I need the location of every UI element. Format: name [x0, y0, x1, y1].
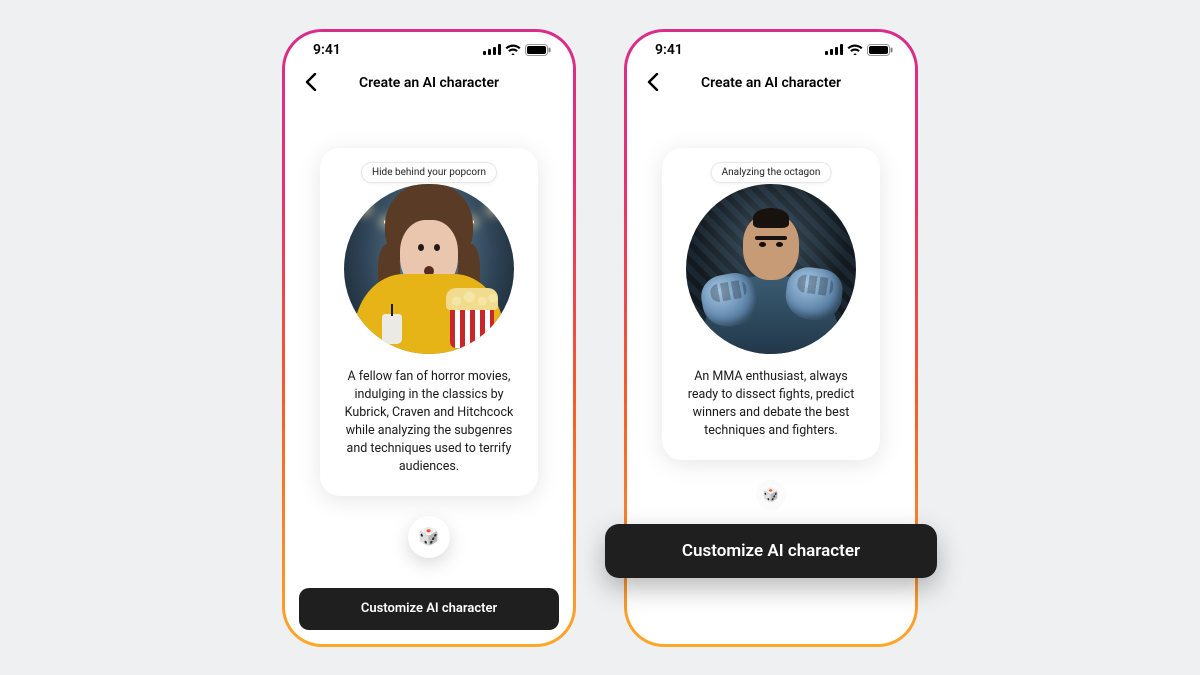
character-description: A fellow fan of horror movies, indulging…	[336, 368, 522, 477]
character-avatar	[686, 184, 856, 354]
customize-button-label: Customize AI character	[682, 541, 860, 561]
customize-button[interactable]: Customize AI character	[299, 588, 559, 630]
shuffle-button[interactable]: 🎲	[756, 480, 786, 510]
suggestion-chip: Hide behind your popcorn	[361, 162, 497, 183]
phone-mockup-right: 9:41 Create an AI character Analyzing th…	[624, 29, 918, 647]
screen: 9:41 Create an AI character Hide behind …	[285, 32, 573, 644]
nav-bar: Create an AI character	[285, 68, 573, 98]
status-time: 9:41	[655, 42, 683, 58]
customize-button-label: Customize AI character	[361, 601, 497, 616]
nav-bar: Create an AI character	[627, 68, 915, 98]
suggestion-chip: Analyzing the octagon	[711, 162, 832, 183]
character-avatar	[344, 184, 514, 354]
screen: 9:41 Create an AI character Analyzing th…	[627, 32, 915, 644]
dice-icon: 🎲	[418, 529, 439, 546]
chevron-left-icon	[305, 73, 317, 91]
chevron-left-icon	[647, 73, 659, 91]
battery-icon	[867, 44, 893, 56]
status-bar: 9:41	[285, 32, 573, 68]
shuffle-button[interactable]: 🎲	[408, 516, 450, 558]
nav-title: Create an AI character	[359, 75, 499, 91]
character-description: An MMA enthusiast, always ready to disse…	[678, 368, 864, 441]
status-time: 9:41	[313, 42, 341, 58]
status-icons	[483, 44, 551, 56]
wifi-icon	[505, 44, 521, 55]
character-card: Analyzing the octagon An MMA enthusiast,…	[662, 148, 880, 461]
status-bar: 9:41	[627, 32, 915, 68]
cellular-icon	[483, 44, 501, 55]
back-button[interactable]	[641, 70, 665, 94]
content: Hide behind your popcorn A fellow fan of…	[285, 108, 573, 644]
cellular-icon	[825, 44, 843, 55]
wifi-icon	[847, 44, 863, 55]
back-button[interactable]	[299, 70, 323, 94]
nav-title: Create an AI character	[701, 75, 841, 91]
battery-icon	[525, 44, 551, 56]
phone-mockup-left: 9:41 Create an AI character Hide behind …	[282, 29, 576, 647]
character-card: Hide behind your popcorn A fellow fan of…	[320, 148, 538, 497]
dice-icon: 🎲	[763, 489, 779, 502]
status-icons	[825, 44, 893, 56]
customize-button[interactable]: Customize AI character	[605, 524, 937, 578]
